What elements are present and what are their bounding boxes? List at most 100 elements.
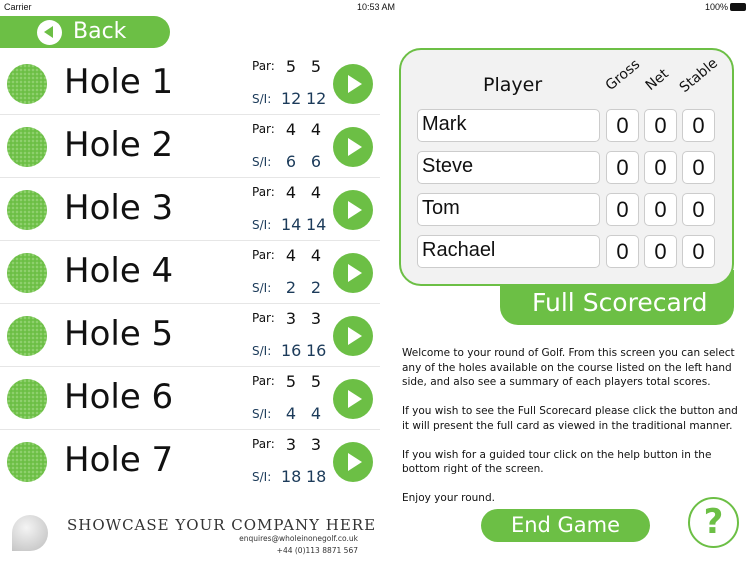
net-score: 0 xyxy=(644,151,677,184)
help-button[interactable]: ? xyxy=(688,497,739,548)
intro-paragraph: Welcome to your round of Golf. From this… xyxy=(402,347,735,388)
si-label: S/I: xyxy=(252,407,272,421)
par-label: Par: xyxy=(252,311,275,325)
end-game-button[interactable]: End Game xyxy=(481,509,650,542)
hole-name: Hole 3 xyxy=(64,188,174,228)
hole-name: Hole 6 xyxy=(64,377,174,417)
si-value: 14 xyxy=(281,215,302,234)
si-value: 18 xyxy=(281,467,302,486)
stableford-score: 0 xyxy=(682,235,715,268)
contact-email: enquires@wholeinonegolf.co.uk xyxy=(239,534,358,543)
hole-row[interactable]: Hole 2 Par: 4 4 S/I: 6 6 xyxy=(0,115,380,178)
back-button[interactable]: Back xyxy=(0,16,170,48)
golf-ball-logo xyxy=(12,515,48,551)
par-value: 4 xyxy=(285,120,297,139)
hole-row[interactable]: Hole 6 Par: 5 5 S/I: 4 4 xyxy=(0,367,380,430)
stableford-score: 0 xyxy=(682,151,715,184)
hole-row[interactable]: Hole 4 Par: 4 4 S/I: 2 2 xyxy=(0,241,380,304)
si-value: 2 xyxy=(310,278,322,297)
par-value: 4 xyxy=(285,246,297,265)
full-scorecard-label: Full Scorecard xyxy=(532,288,708,317)
si-label: S/I: xyxy=(252,470,272,484)
intro-paragraph: If you wish to see the Full Scorecard pl… xyxy=(402,405,738,432)
hole-row[interactable]: Hole 3 Par: 4 4 S/I: 14 14 xyxy=(0,178,380,241)
battery-level: 100% xyxy=(704,2,728,12)
si-label: S/I: xyxy=(252,218,272,232)
par-label: Par: xyxy=(252,185,275,199)
scorecard-summary: Player Gross Net Stable Mark 0 0 0 Steve … xyxy=(399,48,734,286)
play-hole-button[interactable] xyxy=(333,379,373,419)
si-value: 12 xyxy=(281,89,302,108)
si-value: 14 xyxy=(306,215,327,234)
status-bar: Carrier 10:53 AM 100% xyxy=(0,0,750,15)
golf-ball-icon xyxy=(7,64,47,104)
si-value: 6 xyxy=(310,152,322,171)
player-header: Player xyxy=(483,74,543,96)
golf-ball-icon xyxy=(7,253,47,293)
hole-row[interactable]: Hole 7 Par: 3 3 S/I: 18 18 xyxy=(0,430,380,492)
golf-ball-icon xyxy=(7,190,47,230)
battery-icon xyxy=(730,3,746,11)
par-label: Par: xyxy=(252,122,275,136)
contact-phone: +44 (0)113 8871 567 xyxy=(276,546,358,555)
par-value: 5 xyxy=(310,57,322,76)
si-value: 4 xyxy=(310,404,322,423)
par-value: 5 xyxy=(310,372,322,391)
hole-name: Hole 1 xyxy=(64,62,174,102)
par-value: 4 xyxy=(310,120,322,139)
stable-header: Stable xyxy=(676,55,721,96)
par-value: 3 xyxy=(310,309,322,328)
player-name-field[interactable]: Steve xyxy=(417,151,600,184)
showcase-banner: SHOWCASE YOUR COMPANY HERE xyxy=(67,516,377,534)
stableford-score: 0 xyxy=(682,193,715,226)
play-hole-button[interactable] xyxy=(333,253,373,293)
golf-ball-icon xyxy=(7,316,47,356)
back-arrow-icon xyxy=(37,20,62,45)
player-name-field[interactable]: Mark xyxy=(417,109,600,142)
par-value: 5 xyxy=(285,57,297,76)
si-value: 4 xyxy=(285,404,297,423)
par-label: Par: xyxy=(252,374,275,388)
gross-score: 0 xyxy=(606,193,639,226)
play-hole-button[interactable] xyxy=(333,190,373,230)
par-value: 3 xyxy=(310,435,322,454)
hole-name: Hole 2 xyxy=(64,125,174,165)
si-label: S/I: xyxy=(252,92,272,106)
net-score: 0 xyxy=(644,193,677,226)
golf-ball-icon xyxy=(7,127,47,167)
par-label: Par: xyxy=(252,248,275,262)
hole-name: Hole 5 xyxy=(64,314,174,354)
intro-paragraph: If you wish for a guided tour click on t… xyxy=(402,448,712,476)
par-label: Par: xyxy=(252,59,275,73)
si-value: 16 xyxy=(306,341,327,360)
gross-score: 0 xyxy=(606,151,639,184)
par-value: 3 xyxy=(285,435,297,454)
si-label: S/I: xyxy=(252,155,272,169)
clock: 10:53 AM xyxy=(357,2,396,12)
back-label: Back xyxy=(73,19,127,44)
hole-list[interactable]: Hole 1 Par: 5 5 S/I: 12 12 Hole 2 Par: 4… xyxy=(0,52,380,492)
par-value: 5 xyxy=(285,372,297,391)
player-name-field[interactable]: Tom xyxy=(417,193,600,226)
play-hole-button[interactable] xyxy=(333,316,373,356)
hole-row[interactable]: Hole 5 Par: 3 3 S/I: 16 16 xyxy=(0,304,380,367)
gross-score: 0 xyxy=(606,109,639,142)
hole-name: Hole 7 xyxy=(64,440,174,480)
player-name-field[interactable]: Rachael xyxy=(417,235,600,268)
gross-header: Gross xyxy=(602,56,644,94)
par-value: 3 xyxy=(285,309,297,328)
si-label: S/I: xyxy=(252,281,272,295)
play-hole-button[interactable] xyxy=(333,127,373,167)
play-hole-button[interactable] xyxy=(333,64,373,104)
si-value: 16 xyxy=(281,341,302,360)
golf-ball-icon xyxy=(7,379,47,419)
net-score: 0 xyxy=(644,235,677,268)
si-value: 6 xyxy=(285,152,297,171)
play-hole-button[interactable] xyxy=(333,442,373,482)
intro-text: Welcome to your round of Golf. From this… xyxy=(402,346,747,520)
si-value: 2 xyxy=(285,278,297,297)
si-label: S/I: xyxy=(252,344,272,358)
hole-row[interactable]: Hole 1 Par: 5 5 S/I: 12 12 xyxy=(0,52,380,115)
net-header: Net xyxy=(642,65,672,94)
si-value: 12 xyxy=(306,89,327,108)
